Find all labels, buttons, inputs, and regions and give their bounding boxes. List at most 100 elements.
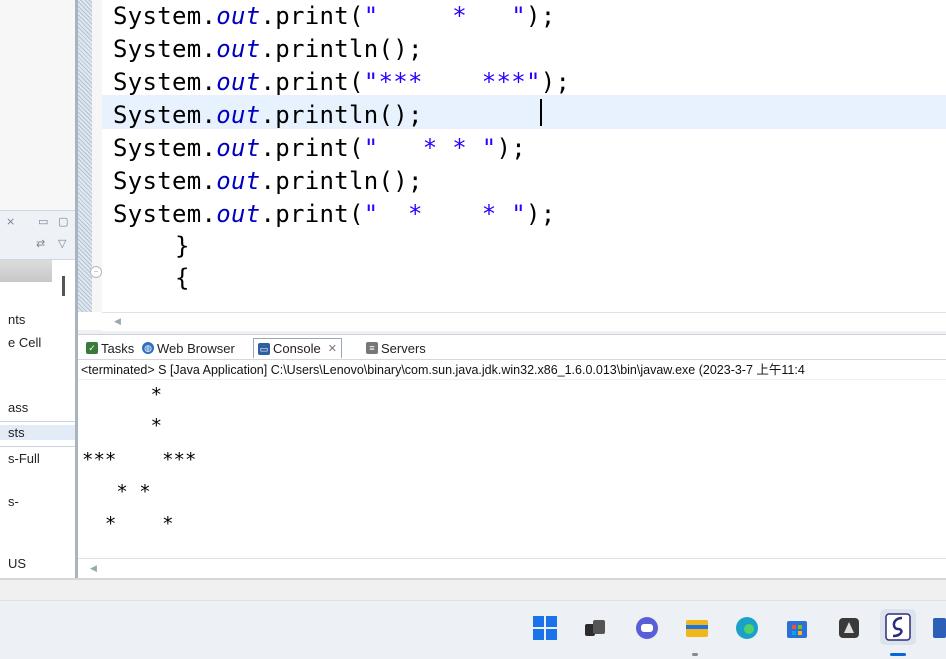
text-caret <box>540 99 542 126</box>
taskbar <box>0 600 946 659</box>
code-string: " * * " <box>363 200 526 228</box>
store-icon[interactable] <box>783 614 811 642</box>
chat-icon[interactable] <box>633 614 661 642</box>
code-line[interactable]: } <box>175 232 190 260</box>
scroll-left-icon[interactable]: ◀ <box>114 316 121 327</box>
project-item[interactable]: e Cell <box>8 335 41 350</box>
tab-web-browser[interactable]: ◍ Web Browser <box>138 338 239 358</box>
tab-servers[interactable]: ≡ Servers <box>362 338 430 358</box>
code-string: "*** ***" <box>363 68 541 96</box>
code-line[interactable]: { <box>175 264 190 292</box>
app-icon[interactable] <box>835 614 863 642</box>
code-line[interactable]: System.out.print(" * * "); <box>113 200 556 228</box>
project-item[interactable]: s-Full <box>8 451 40 466</box>
code-token: .print( <box>260 68 364 96</box>
console-horizontal-scrollbar[interactable]: ◀ <box>78 558 946 579</box>
console-output-line: *** *** <box>82 449 197 471</box>
eclipse-icon[interactable] <box>880 609 916 645</box>
code-token: out <box>216 167 261 195</box>
project-item[interactable]: nts <box>8 312 25 327</box>
code-token: System. <box>113 35 217 63</box>
task-view-icon[interactable] <box>581 614 609 642</box>
windows-start-icon[interactable] <box>531 614 559 642</box>
code-token: ); <box>540 68 571 96</box>
maximize-icon[interactable]: ▢ <box>58 215 68 228</box>
code-token: (); <box>378 167 423 195</box>
editor-overview-ruler <box>78 0 92 312</box>
tab-label: Servers <box>381 340 426 356</box>
code-token: System. <box>113 200 217 228</box>
code-token: .print( <box>260 200 364 228</box>
code-token: ); <box>496 134 526 162</box>
console-output-line: * * <box>82 513 174 535</box>
code-token: ); <box>526 200 556 228</box>
tab-tasks[interactable]: ✓ Tasks <box>82 338 138 358</box>
tab-label: Tasks <box>101 340 135 356</box>
file-explorer-icon[interactable] <box>683 614 711 642</box>
app-running-indicator <box>692 653 698 656</box>
scroll-left-icon[interactable]: ◀ <box>90 563 97 574</box>
code-line[interactable]: System.out.println(); <box>113 167 423 195</box>
minimize-icon[interactable]: ▭ <box>38 215 48 228</box>
editor-horizontal-scrollbar[interactable]: ◀ <box>102 312 946 331</box>
tab-label: Console <box>273 341 321 356</box>
divider <box>0 578 946 580</box>
close-tab-icon[interactable]: ✕ <box>328 342 337 355</box>
project-item[interactable]: sts <box>0 425 75 440</box>
servers-icon: ≡ <box>366 342 378 354</box>
code-token: .print( <box>260 134 364 162</box>
tab-console[interactable]: ▭ Console ✕ <box>253 338 342 358</box>
code-token: out <box>216 101 261 129</box>
code-token: System. <box>113 134 217 162</box>
code-token: .println <box>260 35 379 63</box>
word-icon[interactable] <box>932 614 946 642</box>
left-panel-toolbar: ⨯ ▭ ▢ ⇄ ▽ <box>0 210 75 260</box>
left-panel-blank <box>0 0 75 210</box>
code-token: out <box>216 200 261 228</box>
code-token: .println <box>260 167 379 195</box>
console-output-line: * * <box>82 481 151 503</box>
code-token: out <box>216 35 261 63</box>
left-panel-scrollbar[interactable] <box>62 276 65 296</box>
edge-browser-icon[interactable] <box>733 614 761 642</box>
code-token: out <box>216 2 261 30</box>
code-token: out <box>216 134 261 162</box>
code-token: (); <box>378 35 423 63</box>
app-active-indicator <box>890 653 906 656</box>
project-item[interactable]: US <box>8 556 26 571</box>
code-line[interactable]: System.out.print(" * * "); <box>113 134 526 162</box>
console-output-line: * <box>82 415 163 437</box>
code-token: (); <box>378 101 423 129</box>
code-token: ); <box>526 2 556 30</box>
code-token: .print( <box>260 2 364 30</box>
code-line[interactable]: System.out.print(" * "); <box>113 2 556 30</box>
fold-marker-icon[interactable]: − <box>90 266 102 278</box>
console-output-line: * <box>82 384 163 406</box>
package-explorer-panel: ⨯ ▭ ▢ ⇄ ▽ nts e Cell ass sts s-Full s- U… <box>0 0 75 580</box>
code-token: System. <box>113 101 217 129</box>
project-item[interactable]: s- <box>8 494 19 509</box>
code-token: System. <box>113 2 217 30</box>
code-line[interactable]: System.out.println(); <box>113 101 423 129</box>
close-view-icon[interactable]: ⨯ <box>6 215 15 228</box>
console-tab-bar: ✓ Tasks ◍ Web Browser ▭ Console ✕ ≡ Serv… <box>78 334 946 359</box>
console-icon: ▭ <box>258 342 270 355</box>
divider <box>0 421 75 422</box>
left-panel-header <box>0 260 52 282</box>
code-line[interactable]: System.out.println(); <box>113 35 423 63</box>
view-menu-icon[interactable]: ▽ <box>58 237 66 250</box>
tab-label: Web Browser <box>157 340 235 356</box>
link-editor-icon[interactable]: ⇄ <box>36 237 45 250</box>
code-string: " * " <box>363 2 526 30</box>
tasks-icon: ✓ <box>86 342 98 354</box>
code-line[interactable]: System.out.print("*** ***"); <box>113 68 570 96</box>
code-token: System. <box>113 167 217 195</box>
code-token: .println <box>260 101 379 129</box>
code-token: out <box>216 68 261 96</box>
divider <box>0 446 75 447</box>
project-item[interactable]: ass <box>8 400 28 415</box>
globe-icon: ◍ <box>142 342 154 354</box>
console-output[interactable]: * * *** *** * * * * <box>78 380 946 558</box>
console-status-line: <terminated> S [Java Application] C:\Use… <box>78 359 946 379</box>
code-token: System. <box>113 68 217 96</box>
